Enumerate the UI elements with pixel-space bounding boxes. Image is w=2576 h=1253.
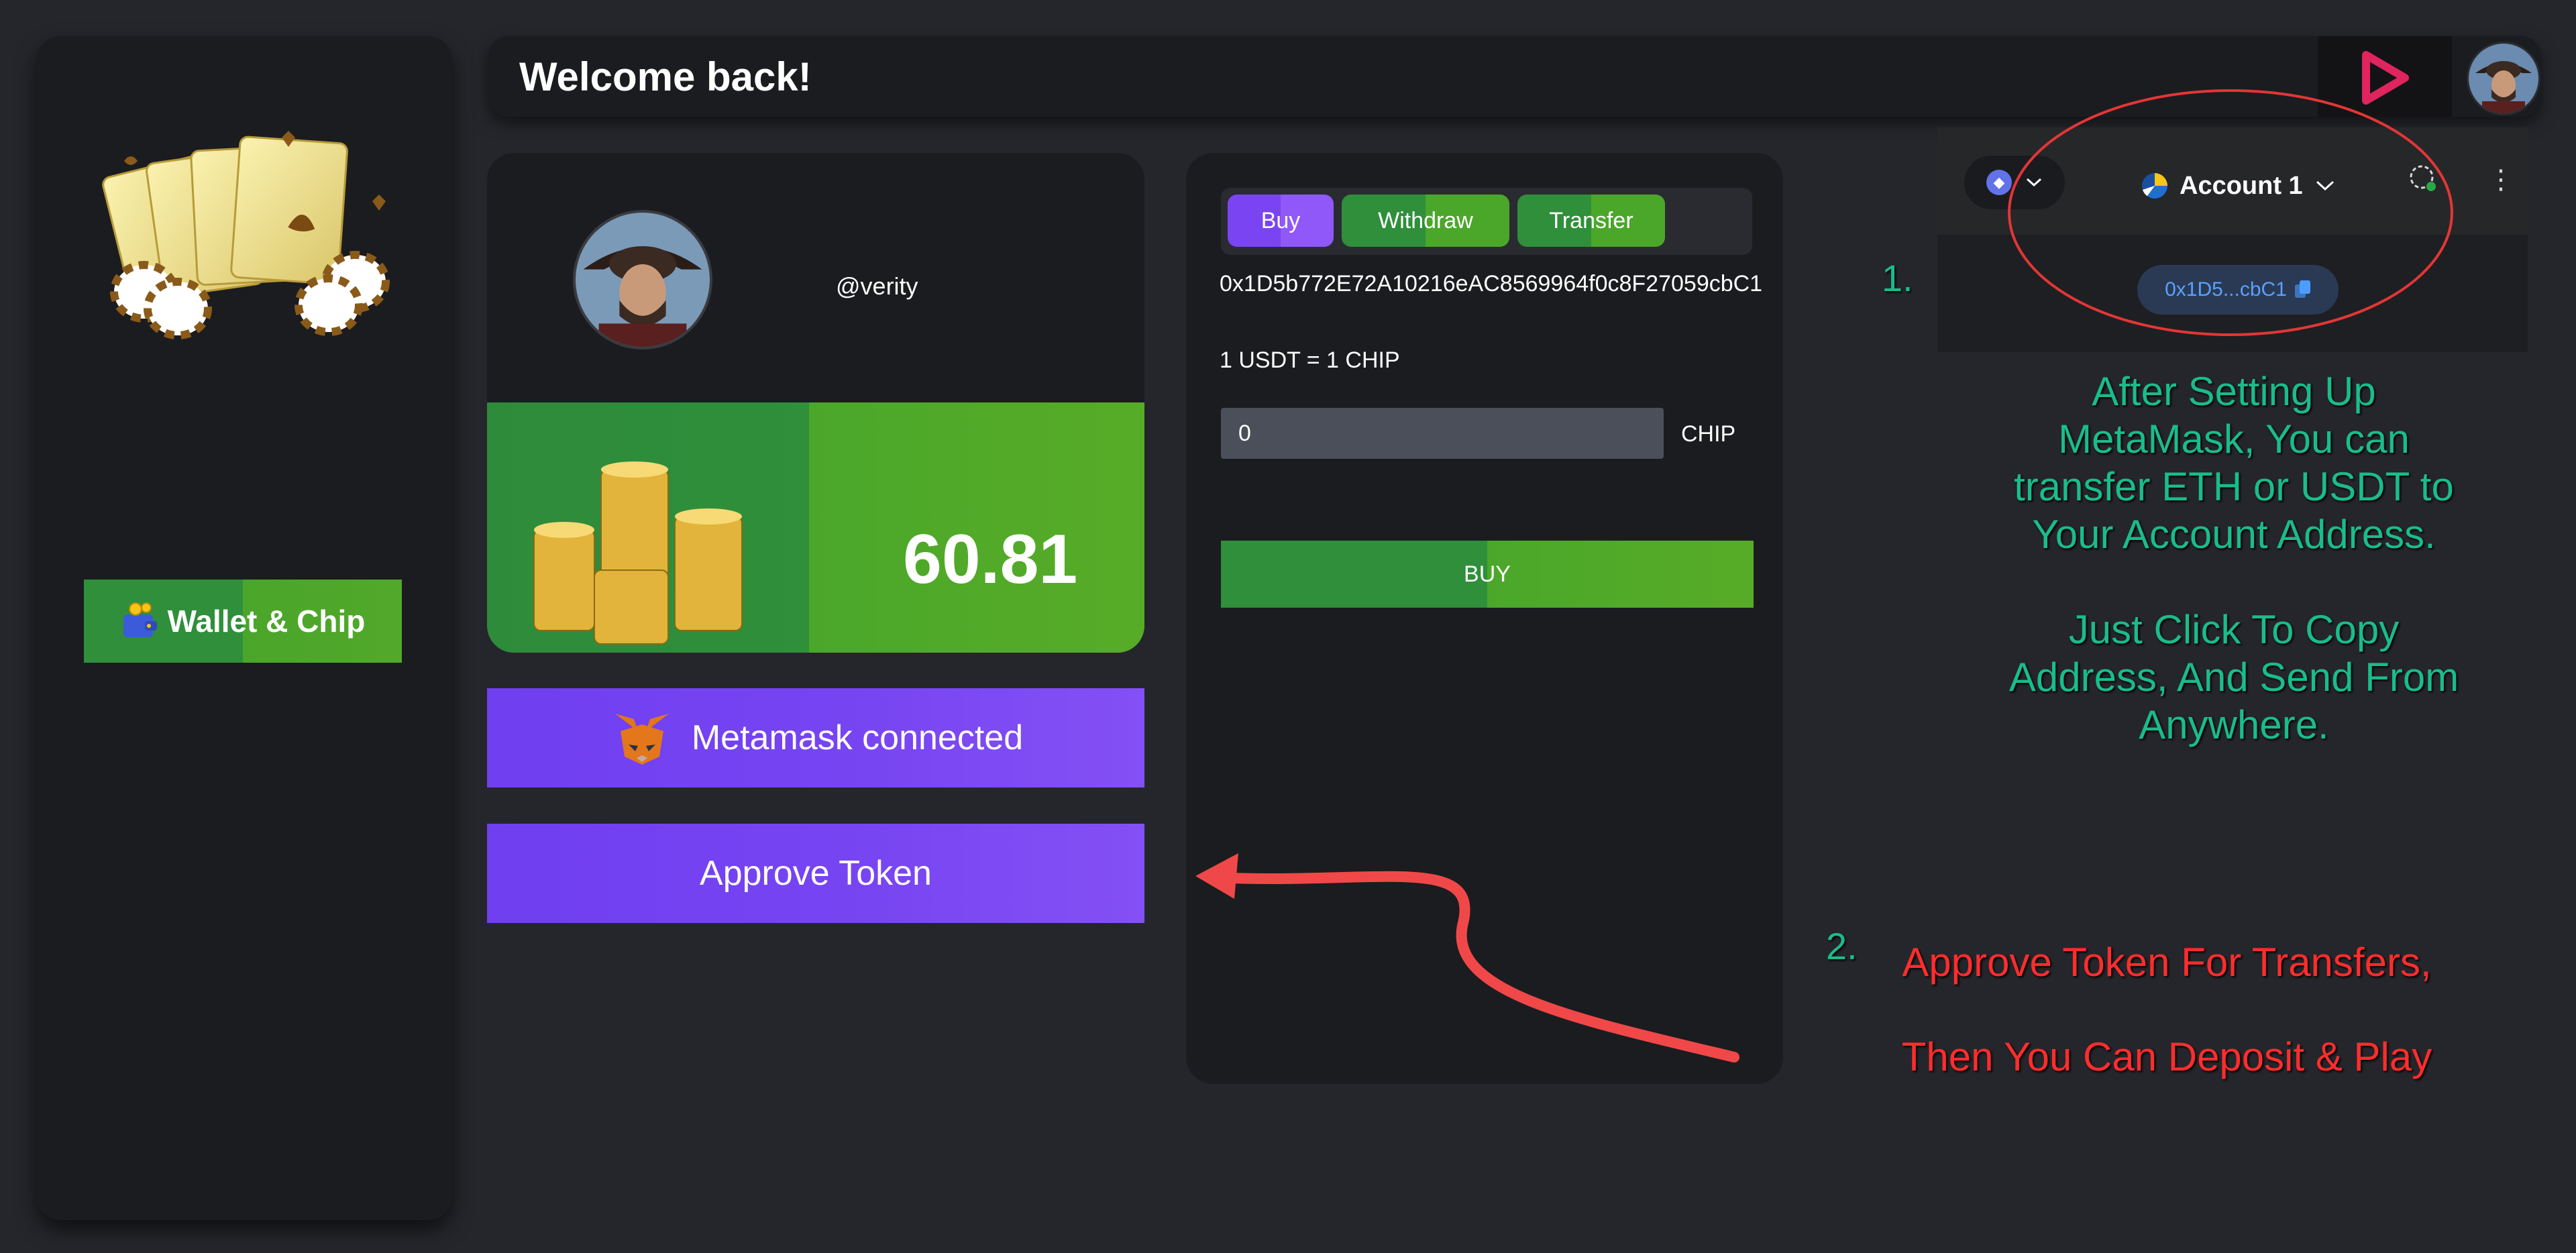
step-1-line: MetaMask, You can [2058, 417, 2410, 461]
step-1-line: Anywhere. [2139, 702, 2329, 747]
arrow-line [1209, 871, 1739, 1063]
step-1-line: After Setting Up [2092, 369, 2376, 414]
step-1-line: Just Click To Copy [2068, 607, 2400, 652]
step-1-spacer [1966, 558, 2502, 606]
step-1-line: transfer ETH or USDT to [2014, 464, 2454, 509]
arrow-head [1195, 853, 1238, 899]
step-2-line-1: Approve Token For Transfers, [1902, 940, 2432, 985]
step-1-number: 1. [1882, 257, 1913, 299]
step-2-line-2: Then You Can Deposit & Play [1901, 1034, 2432, 1079]
step-1-instructions: After Setting Up MetaMask, You can trans… [1966, 368, 2502, 749]
step-1-line: Your Account Address. [2032, 512, 2436, 557]
highlight-ellipse [2008, 89, 2453, 336]
step-1-line: Address, And Send From [2008, 655, 2459, 700]
step-2-number: 2. [1826, 925, 1858, 967]
